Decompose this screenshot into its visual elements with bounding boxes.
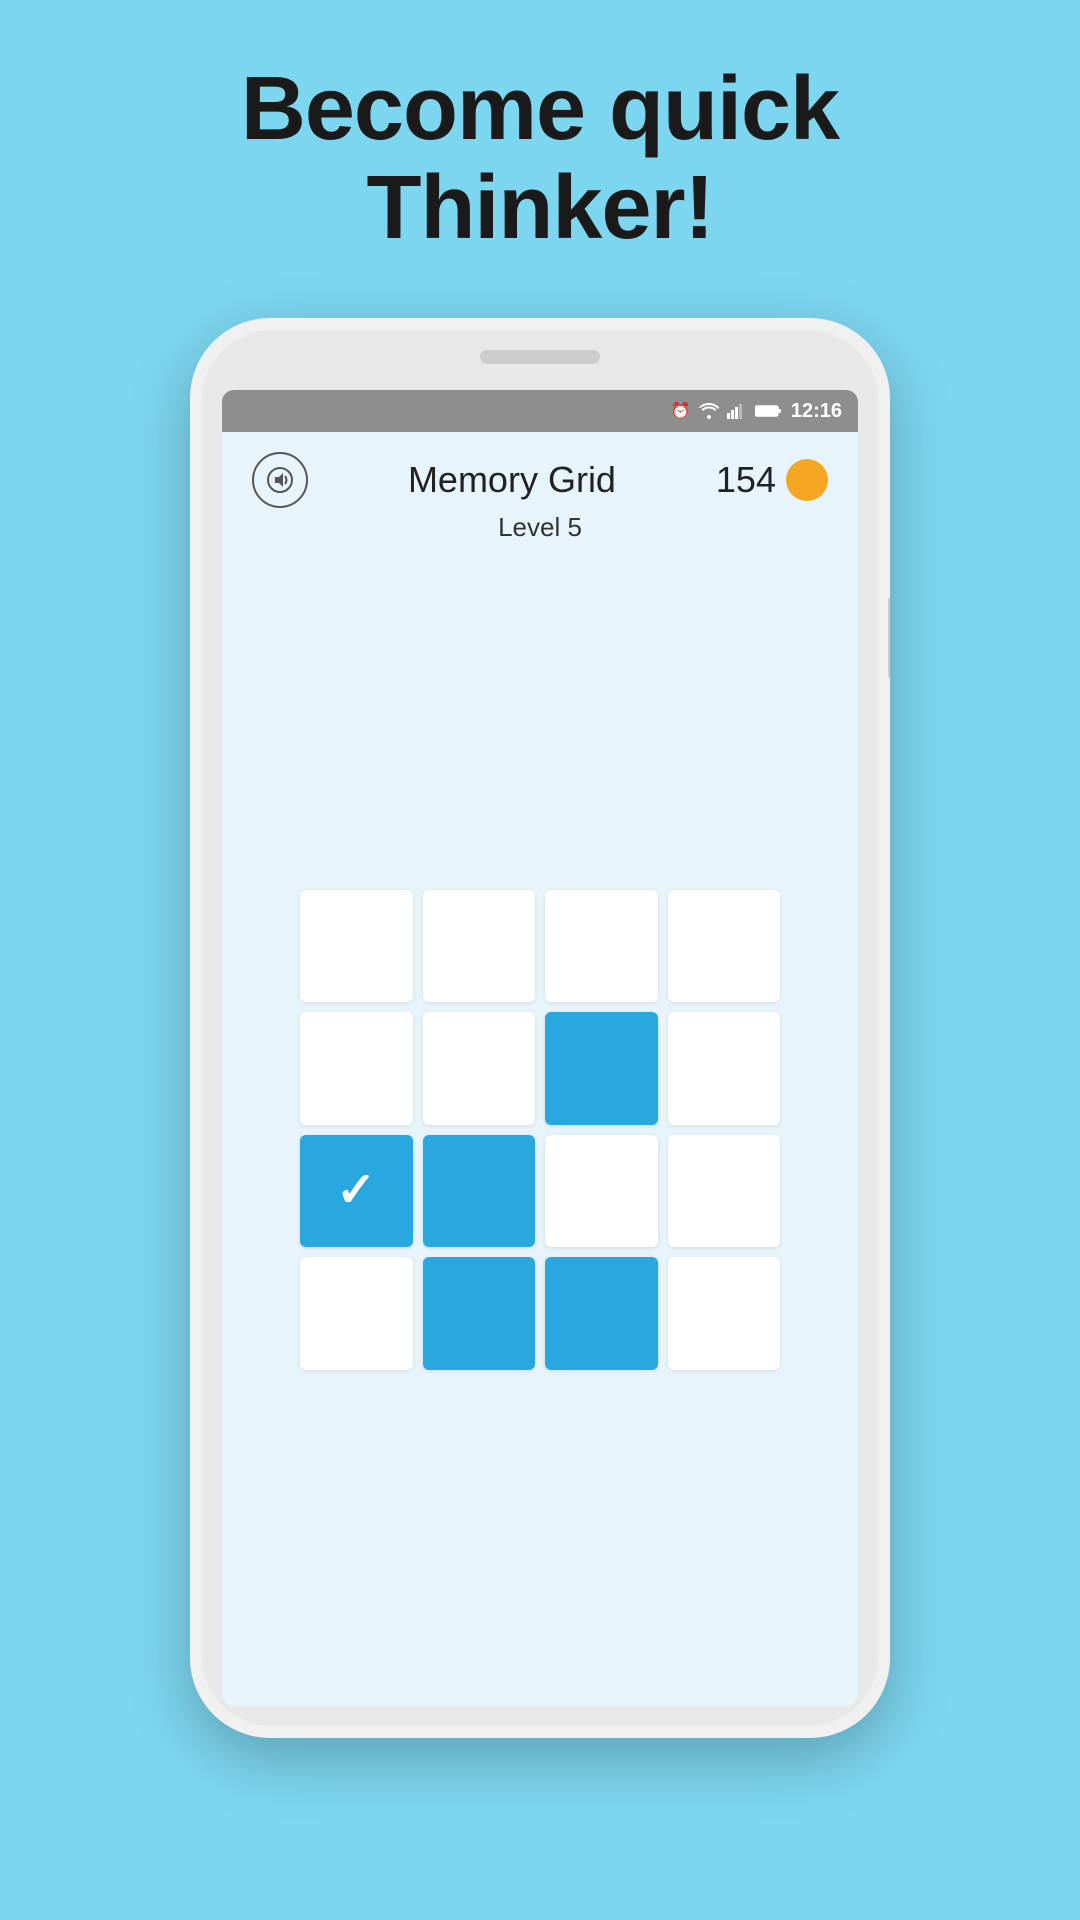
score-coin [786, 459, 828, 501]
tagline-line2: Thinker! [366, 158, 713, 258]
memory-grid: ✓ [300, 890, 780, 1370]
app-header: Memory Grid 154 Level 5 [222, 432, 858, 553]
grid-cell-1-0[interactable] [300, 1012, 413, 1125]
status-time: 12:16 [791, 400, 842, 423]
score-area: 154 [716, 459, 828, 501]
tagline: Become quick Thinker! [241, 60, 839, 258]
grid-cell-1-3[interactable] [668, 1012, 781, 1125]
grid-cell-3-2[interactable] [545, 1257, 658, 1370]
grid-cell-2-1[interactable] [423, 1135, 536, 1248]
checkmark-icon: ✓ [336, 1167, 376, 1215]
app-title: Memory Grid [408, 459, 616, 501]
alarm-icon: ⏰ [671, 401, 691, 421]
grid-area: ✓ [222, 553, 858, 1706]
score-number: 154 [716, 459, 776, 501]
phone-mockup: ⏰ [190, 318, 890, 1738]
grid-cell-3-0[interactable] [300, 1257, 413, 1370]
grid-cell-3-3[interactable] [668, 1257, 781, 1370]
grid-cell-1-1[interactable] [423, 1012, 536, 1125]
grid-cell-0-3[interactable] [668, 890, 781, 1003]
grid-cell-2-3[interactable] [668, 1135, 781, 1248]
tagline-line1: Become quick [241, 59, 839, 159]
header-row: Memory Grid 154 [252, 452, 828, 508]
grid-cell-0-2[interactable] [545, 890, 658, 1003]
signal-icon [727, 403, 747, 419]
grid-cell-0-0[interactable] [300, 890, 413, 1003]
grid-cell-2-2[interactable] [545, 1135, 658, 1248]
grid-cell-3-1[interactable] [423, 1257, 536, 1370]
status-bar: ⏰ [222, 390, 858, 432]
wifi-icon [699, 403, 719, 419]
phone-screen: ⏰ [222, 390, 858, 1706]
phone-frame: ⏰ [190, 318, 890, 1738]
sound-button[interactable] [252, 452, 308, 508]
grid-cell-0-1[interactable] [423, 890, 536, 1003]
speaker-notch [480, 350, 600, 364]
volume-button [888, 598, 890, 678]
level-label: Level 5 [498, 512, 582, 543]
battery-icon [755, 404, 781, 418]
sound-icon [265, 465, 295, 495]
status-icons: ⏰ [671, 401, 781, 421]
grid-cell-2-0[interactable]: ✓ [300, 1135, 413, 1248]
phone-inner: ⏰ [202, 330, 878, 1726]
grid-cell-1-2[interactable] [545, 1012, 658, 1125]
